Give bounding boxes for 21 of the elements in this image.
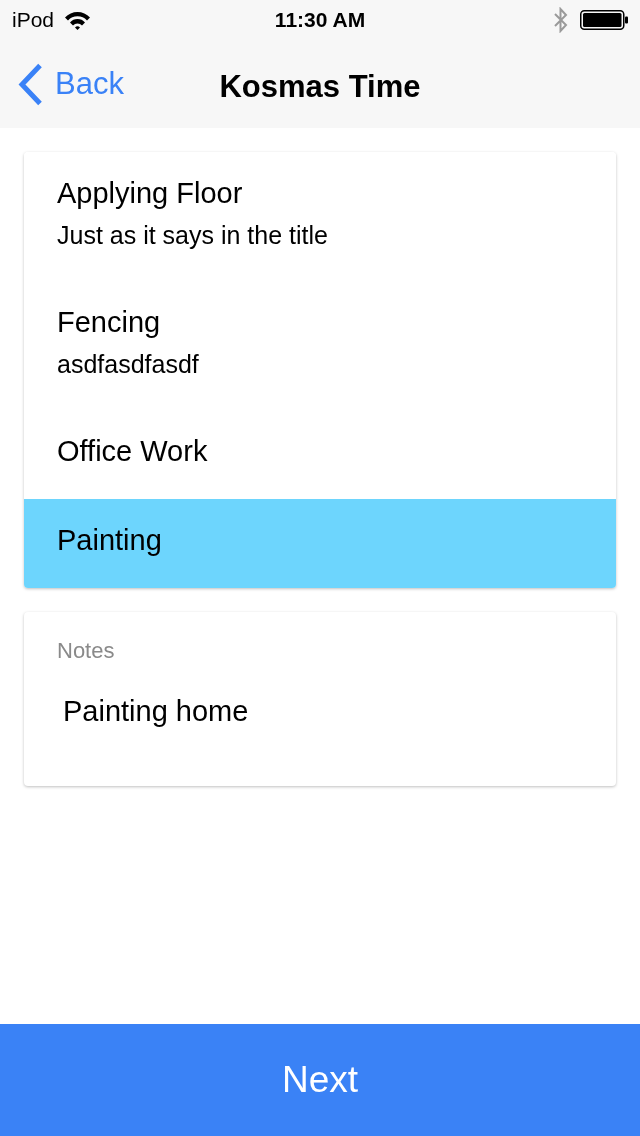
task-list-item[interactable]: Fencing asdfasdfasdf	[24, 281, 616, 410]
task-list-item[interactable]: Painting	[24, 499, 616, 588]
task-title: Office Work	[57, 434, 208, 469]
task-title: Fencing	[57, 305, 161, 340]
task-title: Painting	[57, 523, 162, 558]
task-title: Applying Floor	[57, 176, 243, 211]
battery-icon	[580, 10, 628, 30]
screen-title: Kosmas Time	[219, 68, 421, 106]
notes-value: Painting home	[62, 694, 249, 729]
wifi-icon	[64, 10, 92, 30]
task-description: Just as it says in the title	[57, 220, 328, 251]
task-list-item[interactable]: Applying Floor Just as it says in the title	[24, 152, 616, 281]
notes-label: Notes	[57, 639, 115, 663]
next-button[interactable]: Next	[0, 1024, 640, 1136]
status-time: 11:30 AM	[274, 7, 366, 33]
task-description: asdfasdfasdf	[57, 349, 199, 380]
bluetooth-icon	[554, 7, 568, 33]
carrier-label: iPod	[12, 7, 55, 33]
notes-field[interactable]: Notes Painting home	[57, 639, 583, 731]
chevron-left-icon	[18, 62, 43, 106]
task-list-item[interactable]: Office Work	[24, 410, 616, 499]
